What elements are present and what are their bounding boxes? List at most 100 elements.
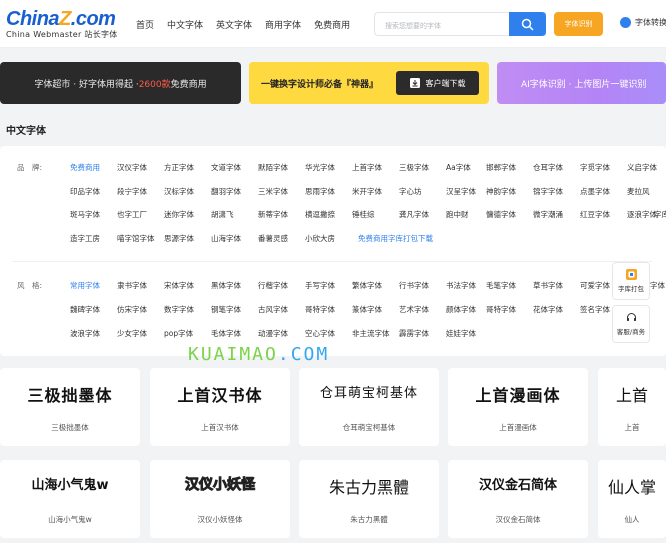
- style-tag[interactable]: 隶书字体: [117, 280, 147, 291]
- brand-tag[interactable]: 逐浪字体: [627, 209, 657, 220]
- style-tag[interactable]: 钢笔字体: [211, 304, 241, 315]
- brand-tag[interactable]: 上首字体: [352, 162, 382, 173]
- nav-english-fonts[interactable]: 英文字体: [216, 18, 252, 31]
- style-tag[interactable]: 毛体字体: [211, 328, 241, 339]
- style-tag[interactable]: 黑体字体: [211, 280, 241, 291]
- brand-tag[interactable]: 喵字馆字体: [117, 233, 155, 244]
- font-pack-button[interactable]: 字库打包: [612, 262, 650, 300]
- font-card[interactable]: 三极拙墨体 三极拙墨体: [0, 368, 140, 446]
- style-tag[interactable]: 常用字体: [70, 280, 100, 291]
- style-tag[interactable]: 行书字体: [399, 280, 429, 291]
- brand-tag[interactable]: 字库: [654, 209, 666, 220]
- brand-tag[interactable]: 华光字体: [305, 162, 335, 173]
- style-tag[interactable]: 霹雳字体: [399, 328, 429, 339]
- style-tag[interactable]: 魏碑字体: [70, 304, 100, 315]
- style-tag[interactable]: 娃娃字体: [446, 328, 476, 339]
- client-download-button[interactable]: 客户端下载: [396, 71, 479, 95]
- brand-tag[interactable]: 三极字体: [399, 162, 429, 173]
- style-tag[interactable]: 艺术字体: [399, 304, 429, 315]
- style-tag[interactable]: 仿宋字体: [117, 304, 147, 315]
- style-tag[interactable]: 空心字体: [305, 328, 335, 339]
- font-card[interactable]: 朱古力黑體 朱古力黑體: [299, 460, 439, 538]
- brand-tag[interactable]: Aa字体: [446, 162, 471, 173]
- brand-tag[interactable]: 仓耳字体: [533, 162, 563, 173]
- brand-tag[interactable]: 也字工厂: [117, 209, 147, 220]
- style-tag[interactable]: 少女字体: [117, 328, 147, 339]
- banner-ai-identify[interactable]: AI字体识别 · 上传图片一键识别: [497, 62, 666, 104]
- brand-tag[interactable]: 新蒂字体: [258, 209, 288, 220]
- style-tag[interactable]: 行楷字体: [258, 280, 288, 291]
- brand-tag[interactable]: 翻羽字体: [211, 186, 241, 197]
- style-tag[interactable]: 签名字体: [580, 304, 610, 315]
- style-tag[interactable]: pop字体: [164, 328, 193, 339]
- brand-tag[interactable]: 横逗撇捺: [305, 209, 335, 220]
- brand-tag[interactable]: 斑马字体: [70, 209, 100, 220]
- brand-tag[interactable]: 字觅字体: [580, 162, 610, 173]
- nav-home[interactable]: 首页: [136, 18, 154, 31]
- brand-tag[interactable]: 跑中财: [446, 209, 469, 220]
- brand-tag[interactable]: 锤桂综: [352, 209, 375, 220]
- brand-tag[interactable]: 三米字体: [258, 186, 288, 197]
- brand-tag[interactable]: 文道字体: [211, 162, 241, 173]
- brand-tag[interactable]: 麦拉风: [627, 186, 650, 197]
- banner-client-download[interactable]: 一键换字设计师必备『神器』 客户端下载: [249, 62, 489, 104]
- style-tag[interactable]: 颜体字体: [446, 304, 476, 315]
- brand-tag[interactable]: 汉呈字体: [446, 186, 476, 197]
- style-tag[interactable]: 篆体字体: [352, 304, 382, 315]
- banner-free-commercial[interactable]: 字体超市 · 好字体用得起 · 2600款 免费商用: [0, 62, 241, 104]
- style-tag[interactable]: 书法字体: [446, 280, 476, 291]
- brand-tag[interactable]: 造字工房: [70, 233, 100, 244]
- site-logo[interactable]: ChinaZ.com China Webmaster 站长字体: [6, 8, 126, 40]
- brand-tag[interactable]: 胡潇飞: [211, 209, 234, 220]
- style-tag[interactable]: 数字字体: [164, 304, 194, 315]
- font-card[interactable]: 仙人掌 仙人: [598, 460, 666, 538]
- style-tag[interactable]: 可爱字体: [580, 280, 610, 291]
- font-card[interactable]: 上首 上首: [598, 368, 666, 446]
- font-card[interactable]: 上首汉书体 上首汉书体: [150, 368, 290, 446]
- brand-tag[interactable]: 邯郸字体: [486, 162, 516, 173]
- brand-tag[interactable]: 字心坊: [399, 186, 422, 197]
- brand-tag[interactable]: 点墨字体: [580, 186, 610, 197]
- brand-tag[interactable]: 思源字体: [164, 233, 194, 244]
- search-input[interactable]: [385, 15, 485, 37]
- nav-chinese-fonts[interactable]: 中文字体: [167, 18, 203, 31]
- font-card[interactable]: 汉仪金石简体 汉仪金石简体: [448, 460, 588, 538]
- font-card[interactable]: 仓耳萌宝柯基体 仓耳萌宝柯基体: [299, 368, 439, 446]
- brand-tag[interactable]: 迷你字体: [164, 209, 194, 220]
- brand-tag[interactable]: 思雨字体: [305, 186, 335, 197]
- customer-service-button[interactable]: 客服/商务: [612, 305, 650, 343]
- font-convert-link[interactable]: 字体转换: [620, 17, 666, 28]
- brand-tag[interactable]: 印品字体: [70, 186, 100, 197]
- font-card[interactable]: 上首漫画体 上首漫画体: [448, 368, 588, 446]
- brand-tag[interactable]: 慵德字体: [486, 209, 516, 220]
- style-tag[interactable]: 波浪字体: [70, 328, 100, 339]
- font-card[interactable]: 汉仪小妖怪 汉仪小妖怪体: [150, 460, 290, 538]
- brand-tag[interactable]: 默陌字体: [258, 162, 288, 173]
- style-tag[interactable]: 毛笔字体: [486, 280, 516, 291]
- style-tag[interactable]: 字体: [650, 280, 665, 291]
- style-tag[interactable]: 古风字体: [258, 304, 288, 315]
- style-tag[interactable]: 哥特字体: [305, 304, 335, 315]
- brand-tag[interactable]: 汉标字体: [164, 186, 194, 197]
- brand-tag[interactable]: 段宁字体: [117, 186, 147, 197]
- nav-commercial-fonts[interactable]: 商用字体: [265, 18, 301, 31]
- style-tag[interactable]: 宋体字体: [164, 280, 194, 291]
- style-tag[interactable]: 草书字体: [533, 280, 563, 291]
- style-tag[interactable]: 动漫字体: [258, 328, 288, 339]
- brand-tag[interactable]: 龚凡字体: [399, 209, 429, 220]
- brand-tag[interactable]: 义启字体: [627, 162, 657, 173]
- style-tag[interactable]: 手写字体: [305, 280, 335, 291]
- brand-tag[interactable]: 小欣大房: [305, 233, 335, 244]
- style-tag[interactable]: 哥特字体: [486, 304, 516, 315]
- brand-tag[interactable]: 米开字体: [352, 186, 382, 197]
- font-card[interactable]: 山海小气鬼w 山海小气鬼w: [0, 460, 140, 538]
- brand-tag[interactable]: 锦字字体: [533, 186, 563, 197]
- style-tag[interactable]: 花体字体: [533, 304, 563, 315]
- brand-tag[interactable]: 山海字体: [211, 233, 241, 244]
- search-button[interactable]: [509, 12, 546, 36]
- brand-tag[interactable]: 微字潮涌: [533, 209, 563, 220]
- brand-tag[interactable]: 番薯灵感: [258, 233, 288, 244]
- brand-tag[interactable]: 免费商用: [70, 162, 100, 173]
- brand-tag[interactable]: 神韵字体: [486, 186, 516, 197]
- brand-tag[interactable]: 免费商用字库打包下载: [358, 233, 433, 244]
